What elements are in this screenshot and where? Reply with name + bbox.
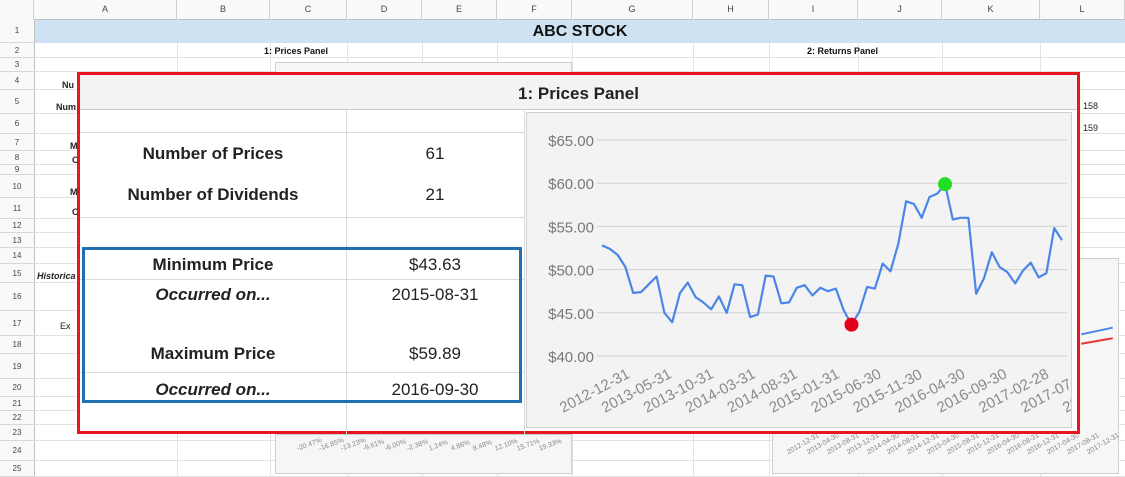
row-header-2[interactable]: 2 [0,43,34,58]
row-header-25[interactable]: 25 [0,461,34,477]
column-header-c[interactable]: C [270,0,347,19]
maximum-price-label: Maximum Price [150,344,276,363]
column-header-l[interactable]: L [1040,0,1125,19]
row-header-6[interactable]: 6 [0,114,34,134]
row-header-3[interactable]: 3 [0,58,34,72]
bg-value-r5: 158 [1083,101,1099,111]
prices-panel-header-cell: 1: Prices Panel [263,46,329,56]
row-header-1[interactable]: 1 [0,19,34,43]
corner-cell[interactable] [0,0,34,19]
row-header-14[interactable]: 14 [0,248,34,264]
column-header-e[interactable]: E [422,0,497,19]
row-header-12[interactable]: 12 [0,219,34,233]
sheet-title-band: ABC STOCK [35,20,1125,43]
prices-panel-title: 1: Prices Panel [80,75,1077,110]
row-header-9[interactable]: 9 [0,165,34,175]
min-price-marker [844,317,859,332]
number-of-dividends-label: Number of Dividends [127,185,299,204]
column-header-h[interactable]: H [693,0,769,19]
returns-panel-header-cell: 2: Returns Panel [806,46,879,56]
number-of-dividends-value: 21 [425,185,445,204]
row-header-17[interactable]: 17 [0,311,34,336]
price-line-chart: $40.00 $45.00 $50.00 $55.00 $60.00 $65.00 2012… [526,112,1125,428]
bg-value-r6: 159 [1083,123,1099,133]
y-tick-label: $45.00 [548,306,594,323]
row-header-11[interactable]: 11 [0,198,34,219]
maximum-price-value: $59.89 [409,344,461,363]
row-header-bar: 1 2 3 4 5 6 7 8 9 10 11 12 13 14 15 16 17 18 19 20 21 22 23 24 2… [0,19,35,477]
column-header-bar: ABCDEFGHIJKL [0,0,1125,20]
bg-label-r4: Nu [62,80,74,90]
price-chart-svg: $40.00$45.00$50.00$55.00$60.00$65.002012… [548,133,1125,417]
y-tick-label: $40.00 [548,349,594,366]
row-divider [80,132,525,133]
row-header-21[interactable]: 21 [0,397,34,411]
row-header-23[interactable]: 23 [0,425,34,441]
number-of-prices-value: 61 [425,144,445,163]
number-of-prices-label: Number of Prices [142,144,284,163]
row-header-20[interactable]: 20 [0,379,34,397]
column-header-g[interactable]: G [572,0,693,19]
row-header-15[interactable]: 15 [0,264,34,283]
minimum-price-value: $43.63 [409,255,461,274]
bg-label-r5: Num [56,102,76,112]
row-header-8[interactable]: 8 [0,151,34,165]
row-header-22[interactable]: 22 [0,411,34,425]
y-tick-label: $55.00 [548,219,594,236]
row-header-16[interactable]: 16 [0,283,34,311]
y-tick-label: $65.00 [548,133,594,150]
row-header-10[interactable]: 10 [0,175,34,198]
row-header-5[interactable]: 5 [0,90,34,114]
row-header-24[interactable]: 24 [0,441,34,461]
max-price-marker [938,177,953,192]
column-header-k[interactable]: K [942,0,1040,19]
row-header-13[interactable]: 13 [0,233,34,248]
column-header-d[interactable]: D [347,0,422,19]
bg-label-r17: Ex [60,321,71,331]
y-tick-label: $50.00 [548,263,594,280]
maximum-occurred-on-value: 2016-09-30 [391,380,479,399]
prices-panel-overlay: 1: Prices Panel Number of Prices 61 Numb… [77,72,1125,434]
row-header-18[interactable]: 18 [0,336,34,354]
minimum-occurred-on-value: 2015-08-31 [391,285,479,304]
column-header-j[interactable]: J [858,0,942,19]
maximum-occurred-on-label: Occurred on... [155,380,271,399]
column-header-f[interactable]: F [497,0,572,19]
column-divider [524,110,525,434]
column-header-i[interactable]: I [769,0,858,19]
minimum-occurred-on-label: Occurred on... [155,285,271,304]
minimum-price-label: Minimum Price [152,255,274,274]
column-header-b[interactable]: B [177,0,270,19]
column-header-a[interactable]: A [34,0,177,19]
bg-label-historical: Historica [37,271,76,281]
y-tick-label: $60.00 [548,176,594,193]
price-series-line [601,183,1063,326]
row-header-4[interactable]: 4 [0,72,34,90]
row-header-19[interactable]: 19 [0,354,34,379]
row-divider [80,217,525,218]
row-header-7[interactable]: 7 [0,134,34,151]
